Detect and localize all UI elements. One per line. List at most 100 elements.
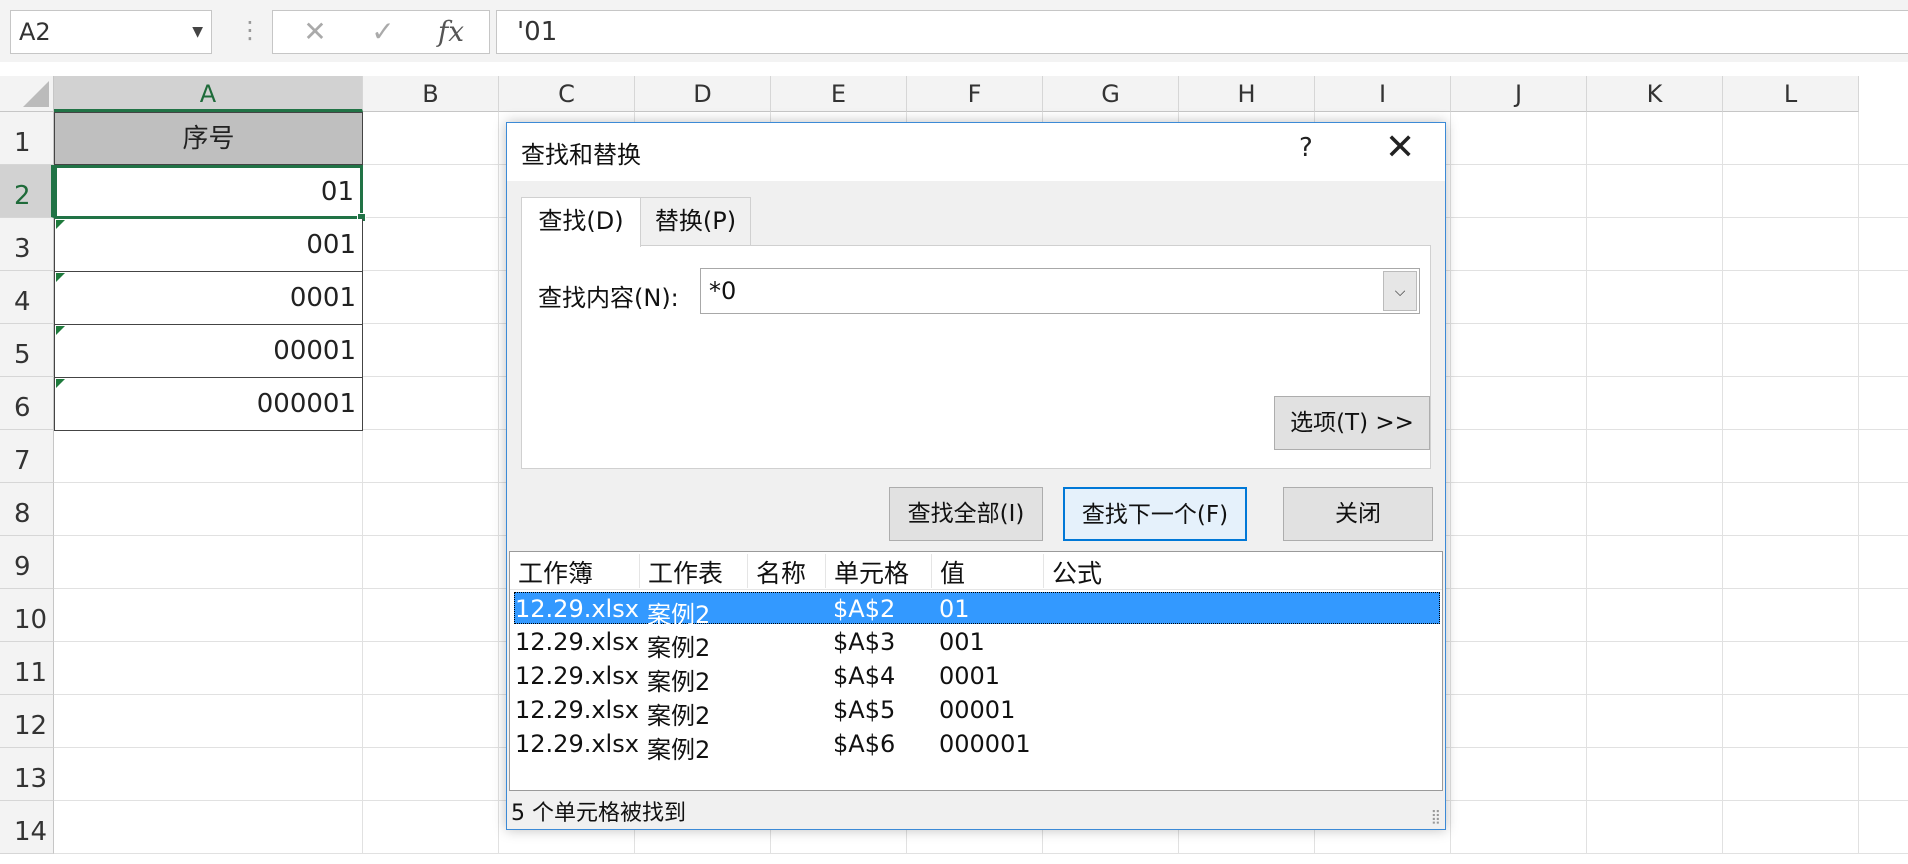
result-row[interactable]: 12.29.xlsx 案例2 $A$3 001 bbox=[514, 626, 1440, 662]
results-header-formula[interactable]: 公式 bbox=[1044, 554, 1244, 588]
formula-input[interactable]: '01 bbox=[496, 10, 1908, 54]
results-header-cell[interactable]: 单元格 bbox=[826, 554, 932, 588]
cell-a3[interactable]: 001 bbox=[54, 219, 363, 272]
chevron-down-icon[interactable]: ⌵ bbox=[1383, 271, 1417, 311]
cell-a4-text: 0001 bbox=[289, 283, 356, 313]
column-header-h[interactable]: H bbox=[1179, 76, 1315, 112]
result-row[interactable]: 12.29.xlsx 案例2 $A$6 000001 bbox=[514, 728, 1440, 764]
result-sheet: 案例2 bbox=[647, 668, 711, 696]
row-header-7[interactable]: 7 bbox=[0, 430, 54, 483]
result-sheet: 案例2 bbox=[647, 736, 711, 764]
result-cell: $A$4 bbox=[833, 662, 896, 690]
grid-column-line bbox=[1722, 112, 1723, 854]
column-header-k[interactable]: K bbox=[1587, 76, 1723, 112]
result-cell: $A$2 bbox=[833, 595, 896, 623]
results-header-name[interactable]: 名称 bbox=[748, 554, 826, 588]
find-what-input[interactable]: *0 ⌵ bbox=[700, 268, 1420, 314]
error-indicator-icon bbox=[56, 220, 65, 229]
name-box-value: A2 bbox=[19, 18, 51, 46]
result-sheet: 案例2 bbox=[647, 702, 711, 730]
cell-a4[interactable]: 0001 bbox=[54, 272, 363, 325]
options-button[interactable]: 选项(T) >> bbox=[1274, 396, 1430, 450]
row-header-12[interactable]: 12 bbox=[0, 695, 54, 748]
tab-find[interactable]: 查找(D) bbox=[521, 197, 641, 247]
find-what-value: *0 bbox=[709, 277, 737, 305]
close-button[interactable]: 关闭 bbox=[1283, 487, 1433, 541]
select-all-corner[interactable] bbox=[0, 76, 54, 112]
result-workbook: 12.29.xlsx bbox=[515, 730, 639, 758]
column-header-a[interactable]: A bbox=[54, 76, 363, 112]
result-value: 0001 bbox=[939, 662, 1001, 690]
grid-column-line bbox=[498, 112, 499, 854]
result-value: 01 bbox=[939, 595, 970, 623]
result-value: 001 bbox=[939, 628, 985, 656]
row-header-10[interactable]: 10 bbox=[0, 589, 54, 642]
result-sheet: 案例2 bbox=[647, 634, 711, 662]
error-indicator-icon bbox=[56, 379, 65, 388]
row-header-9[interactable]: 9 bbox=[0, 536, 54, 589]
row-header-8[interactable]: 8 bbox=[0, 483, 54, 536]
find-tab-panel: 查找内容(N): *0 ⌵ 选项(T) >> bbox=[521, 245, 1431, 469]
results-header-workbook[interactable]: 工作簿 bbox=[510, 554, 640, 588]
close-icon[interactable]: ✕ bbox=[1385, 127, 1415, 168]
cell-a5[interactable]: 00001 bbox=[54, 325, 363, 378]
grid-column-line bbox=[1858, 112, 1859, 854]
cell-a3-text: 001 bbox=[306, 230, 356, 260]
grid-column-line bbox=[1586, 112, 1587, 854]
row-header-11[interactable]: 11 bbox=[0, 642, 54, 695]
formula-bar: A2 ▼ ⋮ ✕ ✓ fx '01 bbox=[0, 0, 1908, 62]
row-header-2[interactable]: 2 bbox=[0, 165, 54, 218]
chevron-down-icon[interactable]: ▼ bbox=[192, 11, 203, 53]
result-row[interactable]: 12.29.xlsx 案例2 $A$4 0001 bbox=[514, 660, 1440, 696]
cell-a1[interactable]: 序号 bbox=[54, 112, 363, 165]
cell-a2-text: 01 bbox=[320, 177, 354, 207]
column-header-j[interactable]: J bbox=[1451, 76, 1587, 112]
name-box[interactable]: A2 ▼ bbox=[10, 10, 212, 54]
cell-a6[interactable]: 000001 bbox=[54, 378, 363, 431]
enter-icon[interactable]: ✓ bbox=[363, 11, 403, 53]
results-header: 工作簿 工作表 名称 单元格 值 公式 bbox=[510, 552, 1442, 590]
result-workbook: 12.29.xlsx bbox=[515, 662, 639, 690]
resize-grip-icon[interactable]: ⣿ bbox=[1431, 809, 1441, 825]
result-sheet: 案例2 bbox=[647, 601, 711, 629]
help-icon[interactable]: ? bbox=[1299, 133, 1313, 163]
column-header-i[interactable]: I bbox=[1315, 76, 1451, 112]
results-list[interactable]: 工作簿 工作表 名称 单元格 值 公式 12.29.xlsx 案例2 $A$2 … bbox=[509, 551, 1443, 791]
column-header-f[interactable]: F bbox=[907, 76, 1043, 112]
column-header-e[interactable]: E bbox=[771, 76, 907, 112]
formula-buttons: ✕ ✓ fx bbox=[272, 10, 490, 54]
result-value: 00001 bbox=[939, 696, 1016, 724]
result-cell: $A$6 bbox=[833, 730, 896, 758]
cell-a2[interactable]: 01 bbox=[54, 165, 366, 222]
find-next-button[interactable]: 查找下一个(F) bbox=[1063, 487, 1247, 541]
cancel-icon[interactable]: ✕ bbox=[295, 11, 335, 53]
row-header-5[interactable]: 5 bbox=[0, 324, 54, 377]
results-header-sheet[interactable]: 工作表 bbox=[640, 554, 748, 588]
column-header-c[interactable]: C bbox=[499, 76, 635, 112]
result-cell: $A$5 bbox=[833, 696, 896, 724]
find-all-button[interactable]: 查找全部(I) bbox=[889, 487, 1043, 541]
error-indicator-icon bbox=[56, 326, 65, 335]
column-header-b[interactable]: B bbox=[363, 76, 499, 112]
result-workbook: 12.29.xlsx bbox=[515, 595, 639, 623]
result-row[interactable]: 12.29.xlsx 案例2 $A$2 01 bbox=[514, 592, 1440, 629]
grid-column-line bbox=[1450, 112, 1451, 854]
row-header-13[interactable]: 13 bbox=[0, 748, 54, 801]
cell-a1-text: 序号 bbox=[182, 124, 235, 154]
row-header-4[interactable]: 4 bbox=[0, 271, 54, 324]
select-all-icon bbox=[23, 81, 49, 107]
insert-function-icon[interactable]: fx bbox=[431, 11, 471, 53]
row-header-3[interactable]: 3 bbox=[0, 218, 54, 271]
row-header-6[interactable]: 6 bbox=[0, 377, 54, 430]
column-header-d[interactable]: D bbox=[635, 76, 771, 112]
result-cell: $A$3 bbox=[833, 628, 896, 656]
row-header-14[interactable]: 14 bbox=[0, 801, 54, 854]
row-header-1[interactable]: 1 bbox=[0, 112, 54, 165]
column-header-g[interactable]: G bbox=[1043, 76, 1179, 112]
result-row[interactable]: 12.29.xlsx 案例2 $A$5 00001 bbox=[514, 694, 1440, 730]
more-options-icon: ⋮ bbox=[238, 16, 262, 44]
results-header-value[interactable]: 值 bbox=[932, 554, 1044, 588]
tab-replace[interactable]: 替换(P) bbox=[641, 197, 751, 245]
error-indicator-icon bbox=[56, 273, 65, 282]
column-header-l[interactable]: L bbox=[1723, 76, 1859, 112]
